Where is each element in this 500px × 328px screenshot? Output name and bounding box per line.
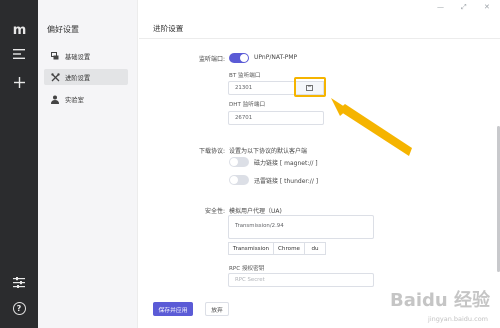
dht-port-input[interactable]: 26701 xyxy=(228,111,324,125)
watermark-url: jingyan.baidu.com xyxy=(428,315,488,323)
ua-preset-group: Transmission Chrome du xyxy=(228,242,326,255)
app-logo[interactable]: m xyxy=(9,20,29,40)
sidebar-item-label: 基础设置 xyxy=(65,53,91,61)
preferences-icon[interactable] xyxy=(9,272,29,292)
save-apply-button[interactable]: 保存并应用 xyxy=(153,302,193,316)
page-title: 进阶设置 xyxy=(153,24,184,33)
ua-textarea[interactable]: Transmission/2.94 xyxy=(228,215,374,239)
help-icon[interactable]: ? xyxy=(9,298,29,318)
highlight-box xyxy=(294,77,326,97)
maximize-icon[interactable]: ⤢ xyxy=(461,3,467,12)
bt-port-label: BT 监听端口 xyxy=(229,73,261,79)
watermark-logo: Baidu 经验 xyxy=(389,290,490,311)
tools-icon xyxy=(50,72,60,82)
settings-panel: — ⤢ ✕ 进阶设置 监听端口: UPnP/NAT-PMP BT 监听端口 21… xyxy=(139,0,500,328)
basic-settings-icon xyxy=(50,51,60,61)
protocol-hint: 设置为以下协议的默认客户端 xyxy=(229,148,308,155)
listen-port-label: 监听端口: xyxy=(198,56,225,63)
menu-icon[interactable] xyxy=(9,44,29,64)
sidebar-item-lab[interactable]: 实验室 xyxy=(44,91,128,107)
close-icon[interactable]: ✕ xyxy=(484,3,490,11)
title-divider xyxy=(139,38,500,39)
sidebar-title: 偏好设置 xyxy=(47,25,79,34)
thunder-switch[interactable] xyxy=(229,175,249,185)
upnp-label: UPnP/NAT-PMP xyxy=(254,54,298,61)
sidebar-item-advanced[interactable]: 进阶设置 xyxy=(44,69,128,85)
ua-preset-chrome[interactable]: Chrome xyxy=(273,242,305,255)
upnp-switch[interactable] xyxy=(229,53,249,63)
security-label: 安全性: xyxy=(204,208,225,215)
magnet-switch[interactable] xyxy=(229,157,249,167)
ua-preset-transmission[interactable]: Transmission xyxy=(228,242,274,255)
magnet-label: 磁力链接 [ magnet:// ] xyxy=(254,160,318,167)
rpc-secret-label: RPC 授权密钥 xyxy=(229,266,265,272)
protocol-label: 下载协议: xyxy=(198,148,225,155)
add-task-icon[interactable] xyxy=(9,72,29,92)
minimize-icon[interactable]: — xyxy=(437,3,444,11)
thunder-label: 迅雷链接 [ thunder:// ] xyxy=(254,178,319,185)
rpc-secret-input[interactable]: RPC Secret xyxy=(228,273,374,287)
dht-port-label: DHT 监听端口 xyxy=(229,102,266,108)
user-icon xyxy=(50,94,60,104)
ua-label: 模拟用户代理（UA) xyxy=(229,208,282,215)
preferences-sidebar: 偏好设置 基础设置 进阶设置 实验室 xyxy=(38,0,138,328)
ua-preset-du[interactable]: du xyxy=(304,242,326,255)
sidebar-item-basic[interactable]: 基础设置 xyxy=(44,48,128,64)
sidebar-item-label: 实验室 xyxy=(65,96,84,104)
discard-button[interactable]: 放弃 xyxy=(205,302,229,316)
bt-port-input[interactable]: 21301 xyxy=(228,81,296,95)
sidebar-item-label: 进阶设置 xyxy=(65,74,91,82)
app-rail: m ? xyxy=(0,0,38,328)
